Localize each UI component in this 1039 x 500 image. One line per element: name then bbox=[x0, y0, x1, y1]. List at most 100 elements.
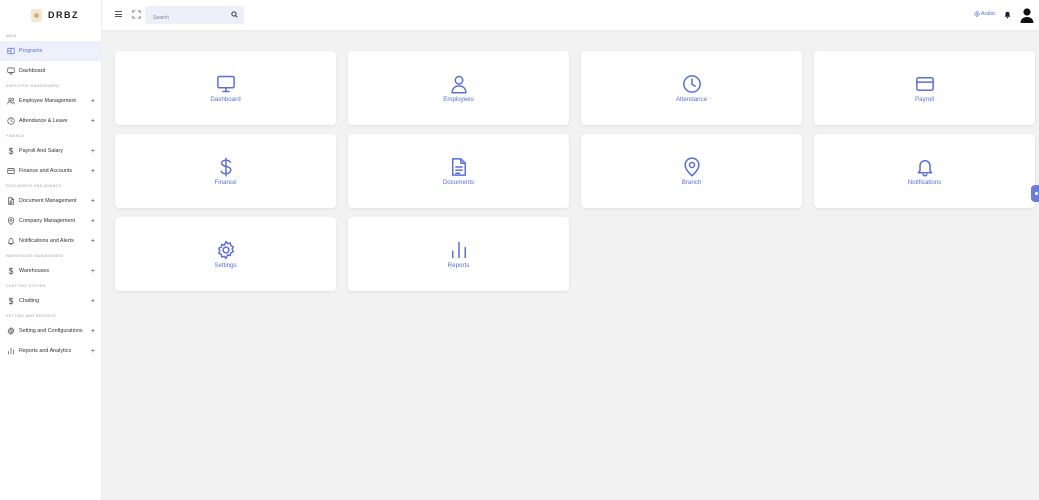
clock-icon bbox=[682, 74, 701, 93]
settings-side-tab[interactable] bbox=[1031, 185, 1039, 202]
sidebar-item-notifications-and-alerts[interactable]: Notifications and Alerts + bbox=[0, 231, 101, 251]
card-icon bbox=[7, 167, 15, 175]
sidebar-item-label: Document Management bbox=[19, 198, 77, 204]
expand-plus-icon[interactable]: + bbox=[89, 348, 95, 355]
notification-bell-icon[interactable] bbox=[1004, 11, 1011, 19]
card-icon bbox=[7, 168, 15, 174]
user-icon bbox=[450, 75, 467, 93]
sidebar-item-employee-management[interactable]: Employee Management + bbox=[0, 91, 101, 111]
sidebar-item-label: Attendance & Leave bbox=[19, 118, 68, 124]
card-label: Dashboard bbox=[210, 95, 241, 103]
expand-plus-icon[interactable]: + bbox=[89, 168, 95, 175]
dollar-icon bbox=[7, 267, 15, 275]
sidebar-item-setting-and-configurations[interactable]: Setting and Configurations + bbox=[0, 321, 101, 341]
search-bar bbox=[145, 6, 244, 27]
file-icon bbox=[449, 157, 469, 177]
card-icon bbox=[915, 76, 934, 91]
expand-plus-icon[interactable]: + bbox=[89, 118, 95, 125]
brand[interactable]: DRBZ bbox=[0, 0, 101, 30]
language-label: Arabic bbox=[981, 11, 996, 17]
user-avatar-icon[interactable] bbox=[1020, 7, 1034, 23]
sidebar-section-title: CHATTING SYSTEM bbox=[6, 284, 46, 288]
menu-toggle-icon[interactable] bbox=[115, 11, 122, 18]
program-card-finance[interactable]: Finance bbox=[115, 134, 336, 208]
sidebar-item-company-management[interactable]: Company Management + bbox=[0, 211, 101, 231]
sidebar-item-label: Employee Management bbox=[19, 98, 76, 104]
expand-plus-icon[interactable]: + bbox=[89, 238, 95, 245]
program-card-settings[interactable]: Settings bbox=[115, 217, 336, 291]
bar-chart-icon bbox=[449, 240, 469, 260]
sidebar-item-dashboard[interactable]: Dashboard bbox=[0, 61, 101, 81]
grid-icon bbox=[7, 47, 15, 55]
sidebar-item-label: Warehouses bbox=[19, 268, 50, 274]
expand-plus-icon[interactable]: + bbox=[89, 218, 95, 225]
sidebar-item-document-management[interactable]: Document Management + bbox=[0, 191, 101, 211]
dollar-icon bbox=[7, 147, 15, 155]
monitor-icon bbox=[216, 74, 236, 94]
gear-icon bbox=[217, 240, 234, 259]
file-icon bbox=[7, 197, 15, 205]
card-label: Finance bbox=[214, 178, 237, 186]
logo bbox=[31, 8, 42, 22]
clock-icon bbox=[682, 74, 702, 94]
card-label: Reports bbox=[447, 261, 470, 269]
sidebar-item-label: Dashboard bbox=[19, 68, 46, 74]
bar-chart-icon bbox=[8, 347, 14, 355]
sidebar-item-label: Notifications and Alerts bbox=[19, 238, 74, 244]
card-label: Employees bbox=[443, 95, 474, 103]
card-label: Attendance bbox=[675, 95, 708, 103]
sidebar-section-title: FINANCE bbox=[6, 134, 25, 138]
bell-icon bbox=[8, 238, 14, 245]
program-card-branch[interactable]: Branch bbox=[581, 134, 802, 208]
gear-icon bbox=[7, 327, 15, 335]
sidebar-item-label: Payroll And Salary bbox=[19, 148, 64, 154]
dollar-icon bbox=[8, 297, 14, 305]
bar-chart-icon bbox=[451, 241, 466, 258]
card-label: Notifications bbox=[907, 178, 942, 186]
expand-plus-icon[interactable]: + bbox=[89, 148, 95, 155]
gear-icon bbox=[216, 240, 236, 260]
expand-plus-icon[interactable]: + bbox=[89, 268, 95, 275]
program-card-notifications[interactable]: Notifications bbox=[814, 134, 1035, 208]
sidebar-nav: MAIN Programs Dashboard EMPLOYEE MANAGEMENT… bbox=[0, 31, 101, 361]
top-header: Arabic bbox=[102, 0, 1039, 30]
pin-icon bbox=[682, 156, 702, 177]
sidebar-section-title: EMPLOYEE MANAGEMENT bbox=[6, 84, 61, 88]
sidebar-item-attendance-leave[interactable]: Attendance & Leave + bbox=[0, 111, 101, 131]
search-icon[interactable] bbox=[231, 11, 238, 18]
sidebar-item-label: Company Management bbox=[19, 218, 76, 224]
dollar-icon bbox=[8, 147, 14, 155]
program-card-documents[interactable]: Documents bbox=[348, 134, 569, 208]
pin-icon bbox=[7, 217, 15, 225]
users-icon bbox=[7, 97, 15, 105]
search-input[interactable] bbox=[145, 9, 225, 27]
pin-icon bbox=[7, 217, 15, 225]
expand-plus-icon[interactable]: + bbox=[89, 98, 95, 105]
program-card-dashboard[interactable]: Dashboard bbox=[115, 51, 336, 125]
program-card-payroll[interactable]: Payroll bbox=[814, 51, 1035, 125]
sidebar-item-programs[interactable]: Programs bbox=[0, 41, 101, 61]
sidebar-section-title: DOCUMENTS AND BRANCH bbox=[6, 184, 62, 188]
sidebar-section-title: MAIN bbox=[6, 34, 17, 38]
fullscreen-icon[interactable] bbox=[132, 10, 141, 19]
sidebar-item-chatting[interactable]: Chatting + bbox=[0, 291, 101, 311]
sidebar-item-finance-and-accounts[interactable]: Finance and Accounts + bbox=[0, 161, 101, 181]
expand-plus-icon[interactable]: + bbox=[89, 198, 95, 205]
monitor-icon bbox=[7, 67, 15, 75]
brand-name: DRBZ bbox=[48, 10, 79, 20]
monitor-icon bbox=[216, 75, 235, 92]
grid-icon bbox=[7, 47, 15, 55]
expand-plus-icon[interactable]: + bbox=[89, 328, 95, 335]
language-switcher[interactable]: Arabic bbox=[974, 11, 996, 17]
sidebar-item-warehouses[interactable]: Warehouses + bbox=[0, 261, 101, 281]
file-icon bbox=[451, 157, 466, 176]
program-card-reports[interactable]: Reports bbox=[348, 217, 569, 291]
sidebar-item-payroll-and-salary[interactable]: Payroll And Salary + bbox=[0, 141, 101, 161]
card-label: Documents bbox=[442, 178, 475, 186]
program-card-employees[interactable]: Employees bbox=[348, 51, 569, 125]
pin-icon bbox=[683, 156, 700, 176]
program-card-attendance[interactable]: Attendance bbox=[581, 51, 802, 125]
sidebar-item-reports-and-analytics[interactable]: Reports and Analytics + bbox=[0, 341, 101, 361]
expand-plus-icon[interactable]: + bbox=[89, 298, 95, 305]
user-icon bbox=[449, 74, 469, 94]
